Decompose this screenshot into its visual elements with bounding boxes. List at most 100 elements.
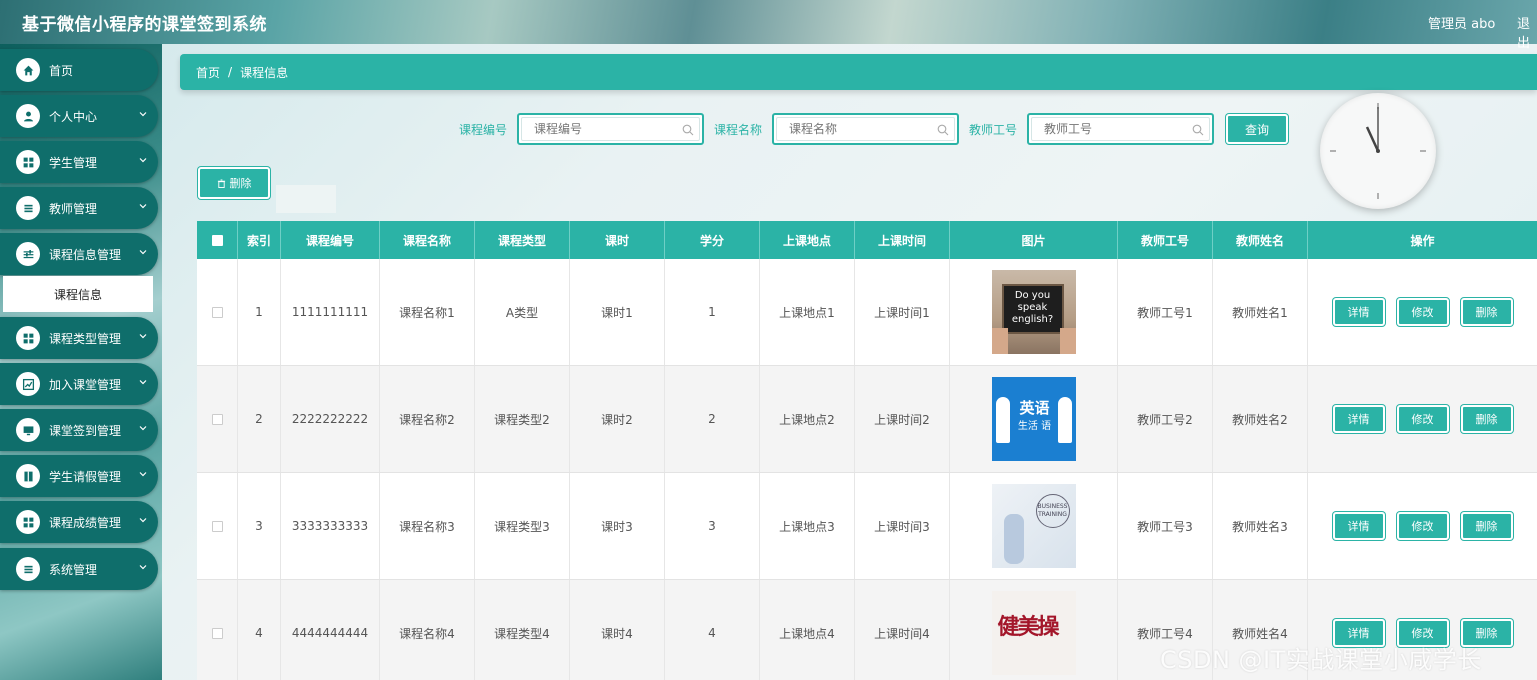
- header-hours: 课时: [570, 221, 665, 259]
- clock-face-icon: [1330, 103, 1426, 199]
- search-icon: [1192, 124, 1204, 136]
- teacher-no-input[interactable]: [1031, 117, 1210, 141]
- course-image[interactable]: 英语 生活 语: [991, 377, 1076, 461]
- cell-teacher-name: 教师姓名1: [1213, 259, 1308, 365]
- image-caption: 健美操: [997, 614, 1060, 640]
- chevron-down-icon: [139, 250, 147, 255]
- image-caption: BUSINESS TRAINING: [1035, 494, 1070, 528]
- course-table: 索引 课程编号 课程名称 课程类型 课时 学分 上课地点 上课时间 图片 教师工…: [197, 221, 1537, 680]
- sidebar-item-checkin-mgmt[interactable]: 课堂签到管理: [0, 409, 158, 451]
- sidebar-item-leave-mgmt[interactable]: 学生请假管理: [0, 455, 158, 497]
- trash-icon: [217, 178, 225, 188]
- table-header: 索引 课程编号 课程名称 课程类型 课时 学分 上课地点 上课时间 图片 教师工…: [197, 221, 1537, 259]
- course-image[interactable]: Do you speak english?: [991, 270, 1076, 354]
- row-checkbox[interactable]: [211, 413, 223, 425]
- search-icon: [682, 124, 694, 136]
- image-caption: Do you speak english?: [1001, 284, 1064, 334]
- cell-credit: 4: [665, 580, 760, 680]
- sidebar-item-label: 课堂签到管理: [49, 423, 122, 438]
- cell-time: 上课时间1: [855, 259, 950, 365]
- breadcrumb-current: 课程信息: [240, 65, 289, 80]
- select-all-checkbox[interactable]: [211, 234, 223, 246]
- logout-link[interactable]: 退出: [1517, 13, 1537, 51]
- header-course-no: 课程编号: [281, 221, 380, 259]
- grid-icon: [16, 150, 40, 174]
- row-checkbox[interactable]: [211, 520, 223, 532]
- edit-button[interactable]: 修改: [1396, 512, 1449, 540]
- list-icon: [16, 557, 40, 581]
- sidebar-subitem-course-info[interactable]: 课程信息: [3, 276, 153, 312]
- cell-actions: 详情 修改 删除: [1308, 366, 1537, 472]
- ghost-placeholder: [276, 185, 336, 213]
- batch-delete-button[interactable]: 删除: [198, 167, 270, 199]
- sidebar-item-label: 课程类型管理: [49, 331, 122, 346]
- query-button[interactable]: 查询: [1226, 114, 1288, 144]
- cell-course-no: 3333333333: [281, 473, 380, 579]
- app-title: 基于微信小程序的课堂签到系统: [22, 15, 267, 35]
- cell-place: 上课地点4: [760, 580, 855, 680]
- chevron-down-icon: [139, 334, 147, 339]
- edit-button[interactable]: 修改: [1396, 298, 1449, 326]
- sidebar-item-grade-mgmt[interactable]: 课程成绩管理: [0, 501, 158, 543]
- sidebar-item-personal-center[interactable]: 个人中心: [0, 95, 158, 137]
- cell-hours: 课时4: [570, 580, 665, 680]
- cell-place: 上课地点3: [760, 473, 855, 579]
- sidebar-item-label: 课程成绩管理: [49, 515, 122, 530]
- course-image[interactable]: BUSINESS TRAINING: [991, 484, 1076, 568]
- course-no-field: [517, 113, 704, 145]
- sliders-icon: [16, 242, 40, 266]
- chevron-down-icon: [139, 472, 147, 477]
- cell-index: 4: [238, 580, 281, 680]
- cell-place: 上课地点1: [760, 259, 855, 365]
- header-actions: 操作: [1410, 233, 1435, 248]
- course-name-field: [772, 113, 959, 145]
- chevron-down-icon: [139, 204, 147, 209]
- sidebar-item-teacher-mgmt[interactable]: 教师管理: [0, 187, 158, 229]
- sidebar-item-label: 系统管理: [49, 562, 98, 577]
- delete-button[interactable]: 删除: [1460, 298, 1513, 326]
- sidebar-item-system-mgmt[interactable]: 系统管理: [0, 548, 158, 590]
- sidebar-item-home[interactable]: 首页: [0, 49, 158, 91]
- watermark: CSDN @IT实战课堂小咸学长: [1160, 646, 1482, 674]
- header-place: 上课地点: [760, 221, 855, 259]
- row-checkbox[interactable]: [211, 627, 223, 639]
- search-icon: [937, 124, 949, 136]
- cell-course-name: 课程名称1: [380, 259, 475, 365]
- chart-icon: [16, 372, 40, 396]
- breadcrumb-separator: /: [228, 65, 233, 79]
- header-time: 上课时间: [855, 221, 950, 259]
- course-no-input[interactable]: [521, 117, 700, 141]
- sidebar-item-label: 加入课堂管理: [49, 377, 122, 392]
- course-name-input[interactable]: [776, 117, 955, 141]
- delete-button[interactable]: 删除: [1460, 405, 1513, 433]
- image-caption-2: 生活 语: [1017, 421, 1052, 432]
- table-row: 1 1111111111 课程名称1 A类型 课时1 1 上课地点1 上课时间1…: [197, 259, 1537, 366]
- edit-button[interactable]: 修改: [1396, 405, 1449, 433]
- detail-button[interactable]: 详情: [1332, 405, 1385, 433]
- sidebar-item-join-class-mgmt[interactable]: 加入课堂管理: [0, 363, 158, 405]
- cell-hours: 课时2: [570, 366, 665, 472]
- cell-course-name: 课程名称2: [380, 366, 475, 472]
- sidebar-item-course-info-mgmt[interactable]: 课程信息管理: [0, 233, 158, 275]
- batch-delete-label: 删除: [229, 177, 252, 190]
- sidebar-item-student-mgmt[interactable]: 学生管理: [0, 141, 158, 183]
- row-checkbox[interactable]: [211, 306, 223, 318]
- course-image[interactable]: 健美操: [991, 591, 1076, 675]
- breadcrumb-home[interactable]: 首页: [196, 64, 220, 81]
- sidebar-item-label: 学生管理: [49, 155, 98, 170]
- header-course-name: 课程名称: [380, 221, 475, 259]
- sidebar: 首页 个人中心 学生管理 教师管理 课程信息管理 课程信息 课程类型管理 加入课…: [0, 44, 162, 680]
- table-row: 3 3333333333 课程名称3 课程类型3 课时3 3 上课地点3 上课时…: [197, 473, 1537, 580]
- sidebar-item-course-type-mgmt[interactable]: 课程类型管理: [0, 317, 158, 359]
- cell-time: 上课时间2: [855, 366, 950, 472]
- list-icon: [16, 196, 40, 220]
- clock-widget: [1320, 93, 1436, 209]
- header-course-type: 课程类型: [475, 221, 570, 259]
- cell-actions: 详情 修改 删除: [1308, 473, 1537, 579]
- cell-course-no: 1111111111: [281, 259, 380, 365]
- course-no-label: 课程编号: [459, 123, 508, 137]
- cell-credit: 2: [665, 366, 760, 472]
- delete-button[interactable]: 删除: [1460, 512, 1513, 540]
- detail-button[interactable]: 详情: [1332, 298, 1385, 326]
- detail-button[interactable]: 详情: [1332, 512, 1385, 540]
